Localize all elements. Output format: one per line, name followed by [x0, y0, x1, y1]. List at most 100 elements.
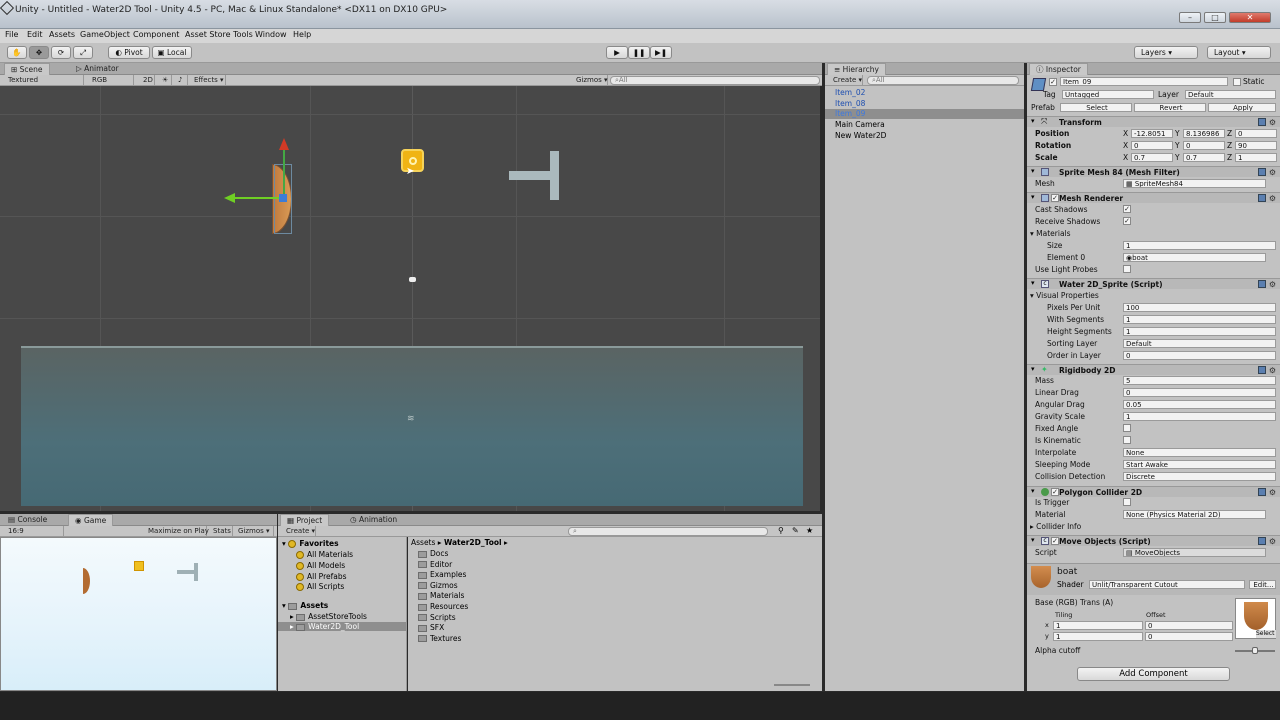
help-book-icon[interactable]	[1258, 488, 1266, 496]
gizmo-y-axis[interactable]	[283, 148, 285, 198]
gear-icon[interactable]: ⚙	[1269, 366, 1276, 375]
pause-button[interactable]: ❚❚	[628, 46, 650, 59]
menu-assets[interactable]: Assets	[49, 30, 75, 39]
transform-x-field[interactable]: 0.7	[1131, 153, 1173, 162]
hierarchy-item[interactable]: Main Camera	[835, 120, 885, 129]
gear-icon[interactable]: ⚙	[1269, 194, 1276, 203]
mesh-renderer-enabled-checkbox[interactable]: ✓	[1051, 194, 1059, 202]
transform-x-field[interactable]: 0	[1131, 141, 1173, 150]
maximize-button[interactable]: □	[1204, 12, 1226, 23]
water-2d[interactable]: ≋	[21, 346, 803, 506]
water-sprite-field[interactable]: 1	[1123, 315, 1276, 324]
favorite-item[interactable]: All Materials	[296, 550, 353, 559]
texture-select-button[interactable]: Select	[1256, 630, 1276, 638]
minimize-button[interactable]: –	[1179, 12, 1201, 23]
offset-x-field[interactable]: 0	[1145, 621, 1233, 630]
hierarchy-item[interactable]: New Water2D	[835, 131, 886, 140]
tab-hierarchy[interactable]: ≡ Hierarchy	[827, 63, 886, 75]
receive-shadows-checkbox[interactable]: ✓	[1123, 217, 1131, 225]
texture-slot[interactable]: Select	[1235, 598, 1276, 639]
folder-item[interactable]: SFX	[418, 623, 444, 632]
folder-item[interactable]: Docs	[418, 549, 448, 558]
layers-dropdown[interactable]: Layers ▾	[1134, 46, 1198, 59]
mesh-renderer-header[interactable]: ▾ ✓ Mesh Renderer ⚙	[1027, 192, 1280, 203]
move-objects-header[interactable]: ▾ c ✓ Move Objects (Script) ⚙	[1027, 535, 1280, 546]
play-button[interactable]: ▶	[606, 46, 628, 59]
render-mode-dropdown[interactable]: RGB	[88, 75, 134, 85]
materials-foldout[interactable]: ▾ Materials	[1030, 229, 1071, 238]
gizmo-left-arrow-icon[interactable]	[224, 193, 235, 203]
cast-shadows-checkbox[interactable]: ✓	[1123, 205, 1131, 213]
scene-gizmos-dropdown[interactable]: Gizmos ▾	[572, 75, 608, 85]
transform-z-field[interactable]: 1	[1235, 153, 1277, 162]
rigidbody-field[interactable]: None	[1123, 448, 1276, 457]
rigidbody-field[interactable]: 1	[1123, 412, 1276, 421]
favorite-item[interactable]: All Scripts	[296, 582, 344, 591]
gizmo-up-arrow-icon[interactable]	[279, 138, 289, 150]
asset-tree-item-selected[interactable]: ▸ Water2D_Tool	[278, 622, 406, 631]
water-sprite-field[interactable]: 1	[1123, 327, 1276, 336]
favorite-item[interactable]: All Prefabs	[296, 572, 347, 581]
pipe-vertical[interactable]	[550, 151, 559, 200]
alpha-cutoff-slider-thumb[interactable]	[1252, 647, 1258, 654]
rotate-tool-icon[interactable]: ⟳	[51, 46, 71, 59]
help-book-icon[interactable]	[1258, 194, 1266, 202]
element-field[interactable]: ◉boat	[1123, 253, 1266, 262]
menu-file[interactable]: File	[5, 30, 18, 39]
gizmo-center-handle[interactable]	[279, 194, 287, 202]
scene-view[interactable]: ➤ ≋	[0, 86, 820, 511]
menu-help[interactable]: Help	[293, 30, 311, 39]
gear-icon[interactable]: ⚙	[1269, 168, 1276, 177]
rigidbody-field[interactable]: Discrete	[1123, 472, 1276, 481]
hierarchy-create-dropdown[interactable]: Create ▾	[829, 75, 863, 85]
help-book-icon[interactable]	[1258, 366, 1266, 374]
mesh-filter-header[interactable]: ▾ Sprite Mesh 84 (Mesh Filter) ⚙	[1027, 166, 1280, 177]
project-search-input[interactable]: ⌕	[568, 527, 768, 536]
hand-tool-icon[interactable]: ✋	[7, 46, 27, 59]
gizmo-x-axis[interactable]	[232, 197, 284, 199]
menu-asset-store-tools[interactable]: Asset Store Tools	[185, 30, 253, 39]
folder-item[interactable]: Editor	[418, 560, 452, 569]
rigidbody-field[interactable]: 0	[1123, 388, 1276, 397]
breadcrumb-leaf[interactable]: Water2D_Tool	[444, 538, 502, 547]
foldout-icon[interactable]: ▾	[1031, 487, 1035, 495]
pivot-button[interactable]: ◐ Pivot	[108, 46, 150, 59]
active-checkbox[interactable]: ✓	[1049, 78, 1057, 86]
lighting-toggle-icon[interactable]: ☀	[158, 75, 172, 85]
favorite-star-icon[interactable]: ★	[806, 526, 813, 535]
collider-enabled-checkbox[interactable]: ✓	[1051, 488, 1059, 496]
stats-toggle[interactable]: Stats	[209, 526, 233, 536]
hierarchy-item-selected[interactable]: Item_09	[825, 109, 1024, 119]
help-book-icon[interactable]	[1258, 168, 1266, 176]
gear-icon[interactable]: ⚙	[1269, 280, 1276, 289]
is-trigger-checkbox[interactable]	[1123, 498, 1131, 506]
help-book-icon[interactable]	[1258, 280, 1266, 288]
folder-item[interactable]: Materials	[418, 591, 464, 600]
tiling-y-field[interactable]: 1	[1053, 632, 1143, 641]
mesh-field[interactable]: ▦ SpriteMesh84	[1123, 179, 1266, 188]
game-view[interactable]	[0, 537, 277, 691]
folder-item[interactable]: Scripts	[418, 613, 456, 622]
light-probes-checkbox[interactable]	[1123, 265, 1131, 273]
transform-z-field[interactable]: 0	[1235, 129, 1277, 138]
rigidbody-checkbox[interactable]	[1123, 424, 1131, 432]
script-field[interactable]: ▤ MoveObjects	[1123, 548, 1266, 557]
local-button[interactable]: ▣ Local	[152, 46, 192, 59]
icon-size-slider[interactable]	[774, 684, 810, 686]
tab-animation[interactable]: ◷ Animation	[344, 514, 403, 526]
aspect-dropdown[interactable]: 16:9	[4, 526, 64, 536]
gear-icon[interactable]: ⚙	[1269, 488, 1276, 497]
layer-dropdown[interactable]: Default	[1185, 90, 1276, 99]
scale-tool-icon[interactable]: ⤢	[73, 46, 93, 59]
tab-inspector[interactable]: ⓘ Inspector	[1029, 63, 1088, 75]
menu-edit[interactable]: Edit	[27, 30, 43, 39]
tab-console[interactable]: ▤ Console	[2, 514, 53, 526]
water-sprite-header[interactable]: ▾ c Water 2D_Sprite (Script) ⚙	[1027, 278, 1280, 289]
filter-type-icon[interactable]: ⚲	[778, 526, 784, 535]
polygon-collider-header[interactable]: ▾ ✓ Polygon Collider 2D ⚙	[1027, 486, 1280, 497]
help-book-icon[interactable]	[1258, 537, 1266, 545]
collider-material-field[interactable]: None (Physics Material 2D)	[1123, 510, 1266, 519]
layout-dropdown[interactable]: Layout ▾	[1207, 46, 1271, 59]
asset-tree-item[interactable]: ▸ AssetStoreTools	[290, 612, 367, 621]
shader-dropdown[interactable]: Unlit/Transparent Cutout	[1089, 580, 1245, 589]
